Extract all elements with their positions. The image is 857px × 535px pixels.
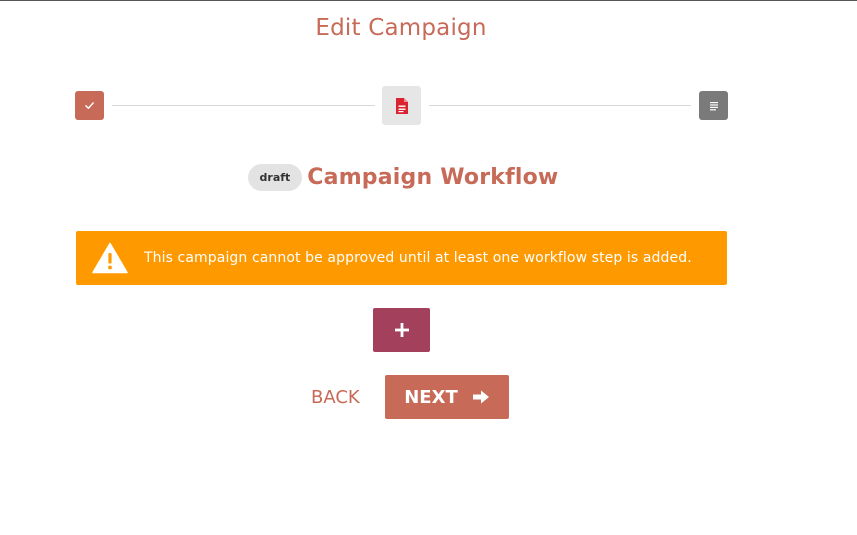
- section-title: Campaign Workflow: [307, 165, 559, 190]
- add-workflow-step-button[interactable]: [373, 308, 430, 352]
- status-badge: draft: [247, 164, 303, 191]
- warning-alert: This campaign cannot be approved until a…: [76, 231, 727, 285]
- next-button[interactable]: NEXT: [385, 375, 509, 419]
- page-title: Edit Campaign: [315, 15, 487, 41]
- list-icon: [709, 101, 718, 110]
- campaign-stepper: [75, 86, 728, 126]
- step-pending[interactable]: [699, 91, 728, 120]
- edit-campaign-page: Edit Campaign draft Campaign Workflow Th…: [0, 0, 857, 535]
- step-connector: [429, 105, 691, 106]
- arrow-right-icon: [472, 390, 489, 404]
- next-button-label: NEXT: [404, 386, 458, 408]
- workflow-heading: draft Campaign Workflow: [0, 164, 806, 191]
- step-connector: [112, 105, 375, 106]
- plus-icon: [394, 323, 409, 337]
- check-icon: [85, 102, 94, 109]
- warning-icon: [92, 242, 128, 274]
- step-current[interactable]: [382, 86, 421, 125]
- step-complete[interactable]: [75, 91, 104, 120]
- back-button[interactable]: BACK: [303, 382, 368, 412]
- document-icon: [395, 97, 408, 114]
- alert-message: This campaign cannot be approved until a…: [144, 250, 692, 266]
